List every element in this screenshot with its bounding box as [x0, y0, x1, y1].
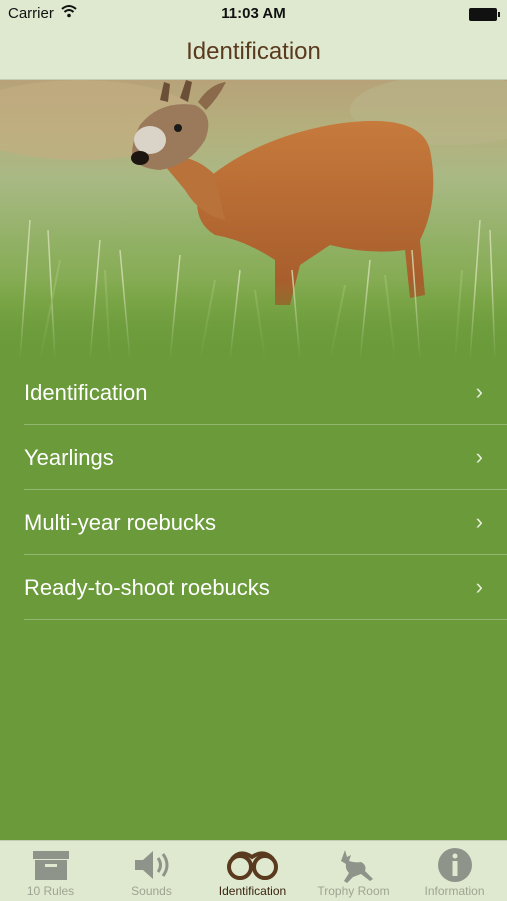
- chevron-right-icon: ›: [475, 509, 483, 534]
- chevron-right-icon: ›: [475, 574, 483, 599]
- speaker-icon: [101, 847, 202, 883]
- leaping-deer-icon: [303, 847, 404, 883]
- tab-bar: 10 Rules Sounds Identification Trophy Ro…: [0, 840, 507, 901]
- menu-item-label: Multi-year roebucks: [24, 510, 216, 535]
- tab-label: Information: [424, 884, 485, 898]
- tab-10-rules[interactable]: 10 Rules: [0, 841, 101, 901]
- identification-menu-list: Identification › Yearlings › Multi-year …: [0, 360, 507, 620]
- menu-item-ready-to-shoot-roebucks[interactable]: Ready-to-shoot roebucks ›: [24, 555, 507, 620]
- tab-label: Trophy Room: [317, 884, 390, 898]
- tab-label: 10 Rules: [26, 884, 75, 898]
- navigation-bar: Identification: [0, 28, 507, 80]
- binoculars-icon: [202, 847, 303, 883]
- status-time: 11:03 AM: [221, 5, 286, 22]
- page-title: Identification: [186, 38, 321, 65]
- archive-box-icon: [0, 847, 101, 883]
- tab-sounds[interactable]: Sounds: [101, 841, 202, 901]
- tab-label: Identification: [218, 884, 287, 898]
- menu-item-label: Ready-to-shoot roebucks: [24, 575, 270, 600]
- menu-item-label: Yearlings: [24, 445, 114, 470]
- menu-item-multi-year-roebucks[interactable]: Multi-year roebucks ›: [24, 490, 507, 555]
- tab-label: Sounds: [131, 884, 172, 898]
- status-bar: Carrier 11:03 AM: [0, 0, 507, 28]
- info-icon: [404, 847, 505, 883]
- menu-item-identification[interactable]: Identification ›: [24, 360, 507, 425]
- chevron-right-icon: ›: [475, 379, 483, 404]
- roe-deer-photo: [0, 80, 507, 360]
- tab-information[interactable]: Information: [404, 841, 505, 901]
- chevron-right-icon: ›: [475, 444, 483, 469]
- battery-icon: [469, 8, 500, 21]
- tab-trophy-room[interactable]: Trophy Room: [303, 841, 404, 901]
- tab-identification[interactable]: Identification: [202, 841, 303, 901]
- menu-item-yearlings[interactable]: Yearlings ›: [24, 425, 507, 490]
- menu-item-label: Identification: [24, 380, 148, 405]
